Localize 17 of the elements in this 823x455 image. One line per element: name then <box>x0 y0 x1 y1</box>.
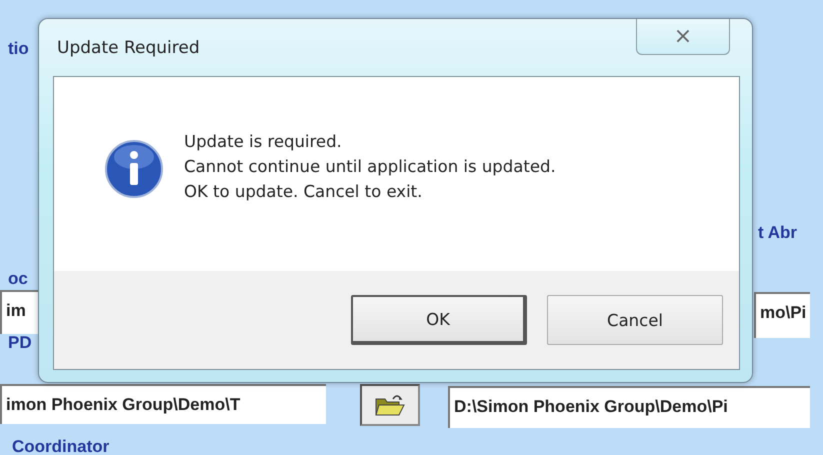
form-label: tio <box>8 38 30 60</box>
path-field[interactable]: mo\Pi <box>754 292 810 338</box>
path-field[interactable]: imon Phoenix Group\Demo\T <box>0 384 326 424</box>
ok-button[interactable]: OK <box>351 295 527 345</box>
info-icon <box>104 139 164 199</box>
dialog-message: Update is required. Cannot continue until application is updated. OK to update. Cancel to exit. <box>184 131 556 203</box>
form-label: Coordinator <box>12 436 110 455</box>
form-label: PD <box>8 332 33 354</box>
dialog-title: Update Required <box>56 38 200 58</box>
browse-button[interactable] <box>360 384 420 426</box>
cancel-button[interactable]: Cancel <box>547 295 723 345</box>
close-button[interactable]: × <box>636 19 730 55</box>
form-label: oc <box>8 268 29 290</box>
path-field[interactable]: D:\Simon Phoenix Group\Demo\Pi <box>448 386 810 428</box>
path-field[interactable]: im <box>0 290 40 334</box>
form-label: t Abr <box>758 222 798 244</box>
folder-icon <box>375 393 405 417</box>
